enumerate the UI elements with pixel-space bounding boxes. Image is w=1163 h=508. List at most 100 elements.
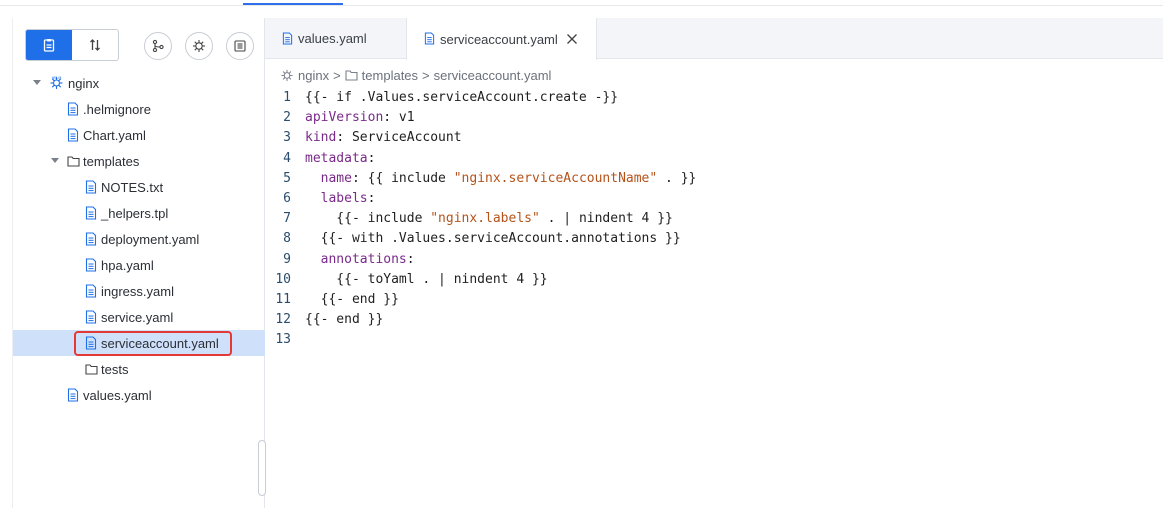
chevron-down-icon[interactable] xyxy=(32,78,42,88)
sort-button[interactable] xyxy=(72,30,118,60)
sort-icon xyxy=(90,39,100,51)
line-number: 4 xyxy=(283,150,291,166)
file-icon xyxy=(85,258,98,272)
tree-item-chart-yaml[interactable]: Chart.yaml xyxy=(13,122,265,148)
code-text: kind: ServiceAccount xyxy=(305,130,462,146)
file-icon xyxy=(85,284,98,298)
code-text: {{- if .Values.serviceAccount.create -}} xyxy=(305,90,619,105)
code-line[interactable]: 8 {{- with .Values.serviceAccount.annota… xyxy=(265,229,1163,249)
tree-item-label: values.yaml xyxy=(83,387,152,403)
code-text: {{- include "nginx.labels" . | nindent 4… xyxy=(305,211,673,227)
archive-icon xyxy=(234,40,246,52)
active-nav-indicator xyxy=(243,3,343,5)
tab-label: values.yaml xyxy=(298,31,367,46)
tree-item-label: deployment.yaml xyxy=(101,231,200,247)
file-icon xyxy=(67,102,80,116)
tree-item-label: ingress.yaml xyxy=(101,283,174,299)
tree-item-label: hpa.yaml xyxy=(101,257,154,273)
code-text: {{- toYaml . | nindent 4 }} xyxy=(305,271,548,287)
tree-item-templates[interactable]: templates xyxy=(13,148,265,174)
editor-tabs: values.yaml serviceaccount.yaml xyxy=(265,18,1163,60)
tree-item-helmignore[interactable]: .helmignore xyxy=(13,96,265,122)
git-branch-icon xyxy=(152,39,164,53)
line-number: 6 xyxy=(283,190,291,206)
code-line[interactable]: 2 apiVersion: v1 xyxy=(265,108,1163,128)
tree-item-label: nginx xyxy=(68,75,100,91)
archive-button[interactable] xyxy=(226,32,254,60)
code-line[interactable]: 9 annotations: xyxy=(265,250,1163,270)
helm-chart-icon: HELM xyxy=(49,75,63,89)
helm-button[interactable] xyxy=(185,32,213,60)
tree-item-deployment-yaml[interactable]: deployment.yaml xyxy=(13,226,265,252)
breadcrumb-item[interactable]: nginx xyxy=(298,68,329,83)
code-text: labels: xyxy=(320,190,376,206)
file-explorer-sidebar: HELM nginx .helmignore Chart.yaml templa… xyxy=(12,18,265,508)
line-number: 1 xyxy=(283,90,291,105)
code-line[interactable]: 11 {{- end }} xyxy=(265,290,1163,310)
git-branch-button[interactable] xyxy=(144,32,172,60)
code-line[interactable]: 5 name: {{ include "nginx.serviceAccount… xyxy=(265,169,1163,189)
file-icon xyxy=(67,128,80,142)
tree-item-values-yaml[interactable]: values.yaml xyxy=(13,382,265,408)
tree-item-ingress-yaml[interactable]: ingress.yaml xyxy=(13,278,265,304)
file-icon xyxy=(85,310,98,324)
tree-item-helpers-tpl[interactable]: _helpers.tpl xyxy=(13,200,265,226)
tree-item-label: _helpers.tpl xyxy=(101,205,169,221)
tree-item-tests[interactable]: tests xyxy=(13,356,265,382)
folder-icon xyxy=(67,155,80,169)
code-text: {{- with .Values.serviceAccount.annotati… xyxy=(305,231,681,247)
code-line[interactable]: 3 kind: ServiceAccount xyxy=(265,128,1163,148)
file-icon xyxy=(85,180,98,194)
code-text: metadata: xyxy=(305,150,376,166)
editor-pane: values.yaml serviceaccount.yaml nginx > … xyxy=(265,18,1163,508)
file-icon xyxy=(282,32,293,48)
code-editor[interactable]: 1 {{- if .Values.serviceAccount.create -}… xyxy=(265,88,1163,350)
close-icon[interactable] xyxy=(566,33,578,48)
breadcrumb-separator: > xyxy=(422,67,430,83)
line-number: 3 xyxy=(283,130,291,146)
tree-item-notes-txt[interactable]: NOTES.txt xyxy=(13,174,265,200)
line-number: 11 xyxy=(275,291,291,307)
line-number: 10 xyxy=(275,271,291,287)
view-toggle xyxy=(25,29,119,61)
file-icon xyxy=(424,32,435,48)
folder-icon xyxy=(345,69,358,81)
line-number: 9 xyxy=(283,251,291,267)
clipboard-icon xyxy=(43,39,55,52)
breadcrumb-item[interactable]: templates xyxy=(362,68,418,83)
tree-item-label: NOTES.txt xyxy=(101,179,164,195)
code-line[interactable]: 12 {{- end }} xyxy=(265,310,1163,330)
svg-text:HELM: HELM xyxy=(52,76,62,80)
tree-item-label: .helmignore xyxy=(83,101,151,117)
code-line[interactable]: 4 metadata: xyxy=(265,149,1163,169)
breadcrumb-item[interactable]: serviceaccount.yaml xyxy=(434,68,552,83)
tree-item-nginx[interactable]: HELM nginx xyxy=(13,70,265,96)
tree-item-label: templates xyxy=(83,153,140,169)
breadcrumb: nginx > templates > serviceaccount.yaml xyxy=(280,67,555,83)
chevron-down-icon[interactable] xyxy=(50,156,60,166)
file-icon xyxy=(85,232,98,246)
code-text: annotations: xyxy=(320,251,415,267)
tree-item-label: tests xyxy=(101,361,129,377)
tab-label: serviceaccount.yaml xyxy=(440,31,558,47)
tab-values-yaml[interactable]: values.yaml xyxy=(265,18,406,59)
line-number: 5 xyxy=(283,170,291,186)
helm-icon xyxy=(280,68,294,82)
file-icon xyxy=(67,388,80,402)
helm-icon xyxy=(193,40,205,52)
sidebar-toolbar xyxy=(25,29,255,63)
tab-serviceaccount-yaml[interactable]: serviceaccount.yaml xyxy=(406,18,597,60)
line-number: 2 xyxy=(283,110,291,126)
code-text: name: {{ include "nginx.serviceAccountNa… xyxy=(320,170,697,186)
code-line[interactable]: 10 {{- toYaml . | nindent 4 }} xyxy=(265,270,1163,290)
tree-item-service-yaml[interactable]: service.yaml xyxy=(13,304,265,330)
code-line[interactable]: 6 labels: xyxy=(265,189,1163,209)
code-line[interactable]: 13 xyxy=(265,330,1163,350)
highlight-box xyxy=(74,331,232,356)
file-icon xyxy=(85,206,98,220)
top-bar xyxy=(0,0,1163,6)
code-line[interactable]: 7 {{- include "nginx.labels" . | nindent… xyxy=(265,209,1163,229)
files-view-button[interactable] xyxy=(26,30,72,60)
tree-item-hpa-yaml[interactable]: hpa.yaml xyxy=(13,252,265,278)
code-line[interactable]: 1 {{- if .Values.serviceAccount.create -}… xyxy=(265,88,1163,108)
